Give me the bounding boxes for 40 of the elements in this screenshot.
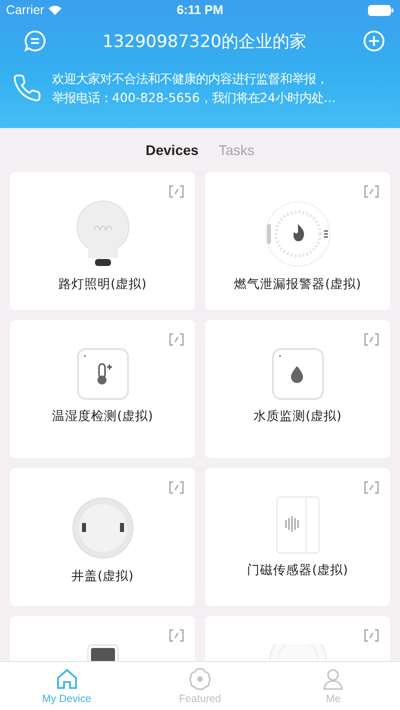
person-icon [321, 667, 346, 691]
home-icon [54, 667, 79, 691]
flower-icon [188, 667, 212, 691]
light-bulb-drawing [74, 200, 130, 268]
bracket-icon[interactable] [169, 185, 184, 198]
home-title: 13290987320的企业的家 [102, 30, 306, 52]
device-name: 门磁传感器(虚拟) [247, 562, 348, 579]
bracket-icon[interactable] [364, 185, 379, 198]
water-sensor-drawing [272, 348, 324, 400]
manhole-cover-drawing [70, 496, 134, 560]
bracket-icon[interactable] [169, 333, 184, 346]
battery-icon [368, 4, 394, 16]
door-sensor-drawing [276, 496, 320, 554]
device-name: 路灯照明(虚拟) [58, 276, 146, 293]
device-name: 温湿度检测(虚拟) [52, 408, 153, 425]
gas-alarm-drawing [264, 200, 332, 268]
thermometer-sensor-drawing [76, 348, 128, 400]
device-card[interactable]: 水质监测(虚拟) [205, 320, 390, 458]
device-card[interactable]: 温湿度检测(虚拟) [10, 320, 195, 458]
bracket-icon[interactable] [364, 629, 379, 642]
device-name: 水质监测(虚拟) [254, 408, 342, 425]
device-card[interactable]: 燃气泄漏报警器(虚拟) [205, 172, 390, 310]
device-name: 井盖(虚拟) [72, 568, 134, 585]
notice-text: 举报电话：400-828-5656，我们将在24小时内处… [52, 89, 336, 106]
phone-icon [12, 73, 42, 103]
tab[interactable]: Devices [146, 142, 199, 158]
device-name: 燃气泄漏报警器(虚拟) [234, 276, 361, 293]
bracket-icon[interactable] [169, 481, 184, 494]
device-card[interactable]: 井盖(虚拟) [10, 468, 195, 606]
device-card[interactable]: 门磁传感器(虚拟) [205, 468, 390, 606]
bracket-icon[interactable] [169, 629, 184, 642]
status-time: 6:11 PM [176, 3, 224, 17]
bracket-icon[interactable] [364, 481, 379, 494]
wifi-icon [48, 5, 62, 15]
device-card[interactable]: 路灯照明(虚拟) [10, 172, 195, 310]
bracket-icon[interactable] [364, 333, 379, 346]
add-icon[interactable] [362, 30, 385, 52]
carrier-name: Carrier [6, 3, 44, 17]
chat-icon[interactable] [24, 30, 46, 52]
notice-text: 欢迎大家对不合法和不健康的内容进行监督和举报， [52, 70, 329, 87]
